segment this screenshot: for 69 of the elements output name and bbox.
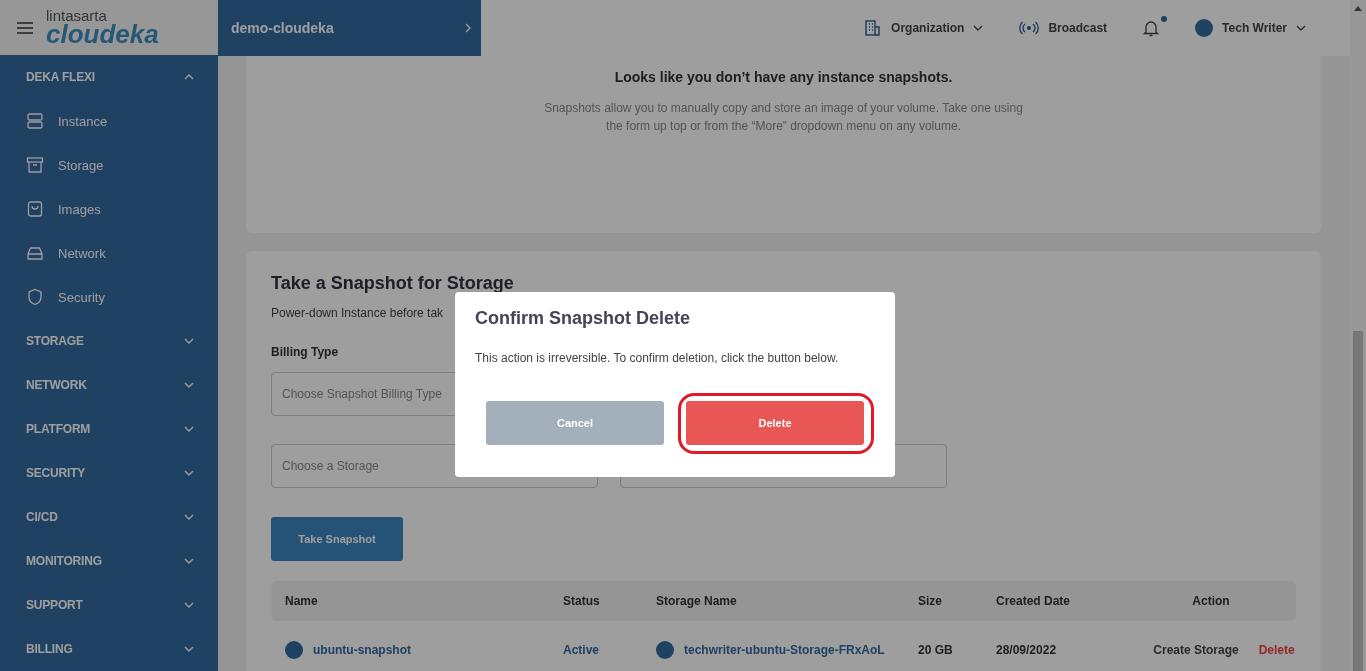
empty-state-title: Looks like you don’t have any instance snapshots. bbox=[614, 69, 953, 85]
drive-icon bbox=[26, 244, 44, 262]
logo-tagline: lintasarta bbox=[46, 8, 108, 23]
project-selector[interactable]: demo-cloudeka bbox=[218, 0, 481, 56]
cancel-button[interactable]: Cancel bbox=[486, 401, 664, 445]
nav-section[interactable]: DEKA FLEXI bbox=[0, 55, 218, 99]
nav-section[interactable]: BILLING bbox=[0, 627, 218, 671]
nav-section[interactable]: SUPPORT bbox=[0, 583, 218, 627]
bag-icon bbox=[26, 200, 44, 218]
storage-icon bbox=[656, 641, 674, 659]
chevron-icon bbox=[184, 558, 194, 564]
broadcast-link[interactable]: Broadcast bbox=[1019, 21, 1108, 35]
archive-icon bbox=[26, 156, 44, 174]
table-cell: ubuntu-snapshot bbox=[313, 643, 411, 657]
nav-item[interactable]: Security bbox=[0, 275, 218, 319]
field-label: Billing Type bbox=[271, 345, 339, 359]
logo-wordmark: cloudeka bbox=[46, 21, 159, 47]
empty-state-text: Snapshots allow you to manually copy and store an image of your volume. Take one using the form up top or from the “More” dropdown menu on any volume. bbox=[543, 100, 1024, 135]
scroll-up-icon[interactable] bbox=[1354, 6, 1362, 11]
chevron-icon bbox=[184, 338, 194, 344]
chevron-icon bbox=[973, 25, 984, 31]
snapshot-icon bbox=[285, 641, 303, 659]
nav-section[interactable]: PLATFORM bbox=[0, 407, 218, 451]
table-cell-text: 20 GB bbox=[917, 643, 954, 657]
action-link[interactable]: Create Storage bbox=[1153, 643, 1239, 657]
column-header: Size bbox=[917, 594, 943, 608]
dialog-message: This action is irreversible. To confirm deletion, click the button below. bbox=[475, 351, 840, 365]
building-icon bbox=[864, 19, 883, 37]
chevron-icon bbox=[184, 646, 194, 652]
column-header: Status bbox=[562, 594, 601, 608]
dialog-title: Confirm Snapshot Delete bbox=[475, 308, 692, 329]
table-cell-text: Active bbox=[562, 643, 601, 657]
chevron-icon bbox=[184, 470, 194, 476]
nav-section[interactable]: SECURITY bbox=[0, 451, 218, 495]
column-header: Storage Name bbox=[655, 594, 738, 608]
nav-section[interactable]: CI/CD bbox=[0, 495, 218, 539]
chevron-icon bbox=[184, 74, 194, 80]
chevron-icon bbox=[465, 23, 471, 33]
action-link[interactable]: Delete bbox=[1258, 643, 1295, 657]
take-snapshot-button[interactable]: Take Snapshot bbox=[271, 517, 403, 561]
nav-item[interactable]: Storage bbox=[0, 143, 218, 187]
menu-icon[interactable] bbox=[17, 21, 33, 34]
scrollbar[interactable] bbox=[1350, 0, 1366, 671]
card-title: Take a Snapshot for Storage bbox=[271, 273, 515, 294]
column-header: Name bbox=[284, 594, 319, 608]
server-icon bbox=[26, 112, 44, 130]
bell-icon[interactable] bbox=[1143, 19, 1160, 37]
nav-item[interactable]: Images bbox=[0, 187, 218, 231]
nav-item[interactable]: Instance bbox=[0, 99, 218, 143]
nav-section[interactable]: STORAGE bbox=[0, 319, 218, 363]
table-cell: techwriter-ubuntu-Storage-FRxAoL bbox=[684, 643, 885, 657]
chevron-icon bbox=[1296, 25, 1306, 31]
card-subtitle: Power-down Instance before tak bbox=[271, 306, 444, 320]
avatar-icon bbox=[1195, 19, 1214, 37]
chevron-icon bbox=[184, 382, 194, 388]
user-menu[interactable]: Tech Writer bbox=[1195, 19, 1306, 37]
column-header: Created Date bbox=[995, 594, 1072, 608]
shield-icon bbox=[26, 288, 44, 306]
nav-item[interactable]: Network bbox=[0, 231, 218, 275]
column-header: Action bbox=[1191, 594, 1231, 608]
delete-button[interactable]: Delete bbox=[686, 401, 864, 445]
table-cell-text: 28/09/2022 bbox=[995, 643, 1058, 657]
chevron-icon bbox=[184, 514, 194, 520]
nav-section[interactable]: MONITORING bbox=[0, 539, 218, 583]
chevron-icon bbox=[184, 602, 194, 608]
chevron-icon bbox=[184, 426, 194, 432]
organization-menu[interactable]: Organization bbox=[864, 19, 984, 37]
broadcast-icon bbox=[1019, 21, 1040, 35]
nav-section[interactable]: NETWORK bbox=[0, 363, 218, 407]
